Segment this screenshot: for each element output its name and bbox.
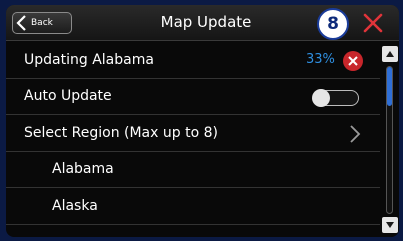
close-button[interactable]: [350, 9, 396, 37]
header-bar: Back Map Update 8: [6, 5, 399, 41]
step-badge: 8: [317, 8, 349, 40]
region-label: Alabama: [52, 161, 114, 178]
region-label: Alaska: [52, 197, 98, 214]
settings-list: Updating Alabama 33% Auto Update Select …: [6, 42, 380, 225]
scroll-track[interactable]: [386, 66, 393, 214]
toggle-knob: [312, 88, 330, 107]
auto-update-toggle[interactable]: [312, 88, 359, 107]
progress-percent: 33%: [306, 52, 335, 68]
list-item-select-region[interactable]: Select Region (Max up to 8): [6, 115, 380, 152]
cancel-update-button[interactable]: [343, 51, 363, 71]
cancel-icon: [348, 56, 358, 66]
auto-update-label: Auto Update: [24, 88, 112, 105]
scrollbar[interactable]: [381, 42, 399, 237]
display-screen: Back Map Update 8 Updating Alabama 33% A…: [6, 5, 399, 237]
updating-label: Updating Alabama: [24, 51, 154, 68]
back-button[interactable]: Back: [12, 12, 72, 34]
chevron-left-icon: [16, 15, 26, 31]
list-item-region[interactable]: Alaska: [6, 188, 380, 225]
chevron-right-icon: [350, 125, 361, 143]
list-item-updating: Updating Alabama 33%: [6, 42, 380, 79]
scroll-down-button[interactable]: [382, 217, 398, 233]
scroll-up-button[interactable]: [382, 46, 398, 62]
device-frame: Back Map Update 8 Updating Alabama 33% A…: [0, 0, 403, 241]
select-region-label: Select Region (Max up to 8): [24, 124, 218, 141]
close-icon: [363, 13, 383, 33]
back-label: Back: [31, 18, 53, 28]
list-item-region[interactable]: Alabama: [6, 152, 380, 188]
list-item-auto-update[interactable]: Auto Update: [6, 79, 380, 115]
page-title: Map Update: [160, 13, 252, 31]
triangle-up-icon: [386, 51, 394, 57]
triangle-down-icon: [386, 222, 394, 228]
scroll-thumb[interactable]: [387, 67, 392, 106]
